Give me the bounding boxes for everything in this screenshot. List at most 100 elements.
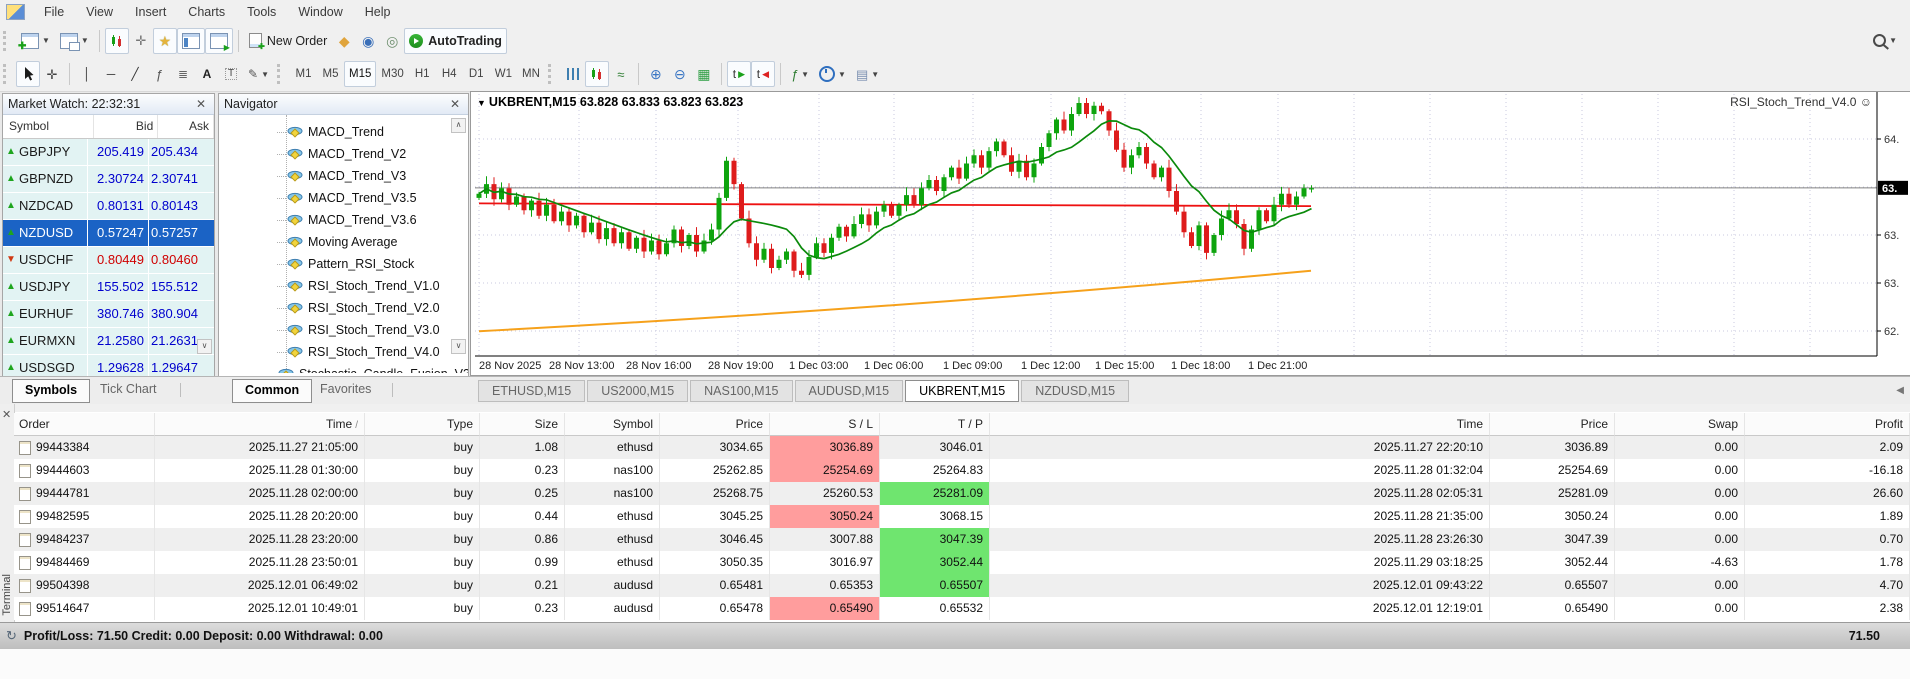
market-watch-toggle[interactable] (104, 27, 129, 54)
auto-scroll-button[interactable]: t ▶ (726, 61, 751, 87)
column-symbol[interactable]: Symbol (565, 413, 660, 436)
column-swap[interactable]: Swap (1615, 413, 1745, 436)
timeframe-mn[interactable]: MN (517, 61, 545, 87)
order-row[interactable]: 99484469 2025.11.28 23:50:01 buy 0.99 ethusd… (14, 551, 1910, 574)
chart-tab-ethusd[interactable]: ETHUSD,M15 (478, 380, 586, 402)
market-watch-row[interactable]: ▲ EURMXN 21.2580 21.2631 (3, 328, 214, 355)
terminal-vertical-label[interactable]: Terminal (1, 574, 13, 616)
navigator-item[interactable]: RSI_Stoch_Trend_V4.0 (219, 341, 468, 363)
community-button[interactable]: ◉ (356, 28, 380, 54)
menu-insert[interactable]: Insert (124, 1, 177, 23)
market-watch-row[interactable]: ▲ GBPNZD 2.30724 2.30741 (3, 166, 214, 193)
order-row[interactable]: 99444781 2025.11.28 02:00:00 buy 0.25 nas100… (14, 482, 1910, 505)
autotrading-button[interactable]: AutoTrading (404, 27, 507, 54)
menu-tools[interactable]: Tools (236, 1, 287, 23)
navigator-item[interactable]: Pattern_RSI_Stock (219, 253, 468, 275)
indicators-button[interactable]: ƒ ▼ (786, 61, 814, 87)
trendline-button[interactable]: ╱ (123, 61, 147, 87)
timeframe-h4[interactable]: H4 (436, 61, 463, 87)
chart-canvas[interactable]: 64. 63. 63. 62. 63. 28 Nov 2025 28 Nov 13:00 28… (471, 92, 1908, 373)
column-size[interactable]: Size (480, 413, 565, 436)
column-profit[interactable]: Profit (1745, 413, 1910, 436)
toolbar-grip[interactable] (547, 64, 556, 84)
toolbar-grip[interactable] (3, 30, 11, 51)
new-order-button[interactable]: New Order (244, 28, 332, 54)
column-time[interactable]: Time (990, 413, 1490, 436)
metaeditor-button[interactable]: ◆ (332, 28, 356, 54)
market-watch-row[interactable]: ▲ NZDUSD 0.57247 0.57257 (3, 220, 214, 247)
templates-button[interactable]: ▤ ▼ (851, 61, 884, 87)
zoom-out-button[interactable]: ⊖ (668, 61, 692, 87)
cursor-button[interactable] (16, 61, 40, 87)
navigator-item[interactable]: RSI_Stoch_Trend_V1.0 (219, 275, 468, 297)
timeframe-m30[interactable]: M30 (376, 61, 408, 87)
vertical-line-button[interactable]: │ (75, 61, 99, 87)
chart-tab-nzdusd[interactable]: NZDUSD,M15 (1021, 380, 1130, 402)
market-watch-row[interactable]: ▲ USDJPY 155.502 155.512 (3, 274, 214, 301)
column-bid[interactable]: Bid (94, 115, 159, 138)
column-price[interactable]: Price (660, 413, 770, 436)
market-watch-row[interactable]: ▼ USDCHF 0.80449 0.80460 (3, 247, 214, 274)
menu-view[interactable]: View (75, 1, 124, 23)
chart-tab-audusd[interactable]: AUDUSD,M15 (794, 380, 904, 402)
navigator-item[interactable]: Stochastic_Candle_Fusion_V3 (219, 363, 468, 373)
column-sl[interactable]: S / L (770, 413, 880, 436)
column-ask[interactable]: Ask (158, 115, 214, 138)
market-watch-row[interactable]: ▲ GBPJPY 205.419 205.434 (3, 139, 214, 166)
order-row[interactable]: 99443384 2025.11.27 21:05:00 buy 1.08 ethusd… (14, 436, 1910, 459)
timeframe-m15[interactable]: M15 (343, 61, 377, 87)
fibonacci-button[interactable]: ƒ (147, 61, 171, 87)
toolbar-grip[interactable] (276, 64, 285, 84)
navigator-item[interactable]: MACD_Trend (219, 121, 468, 143)
crosshair-button[interactable]: ✛ (40, 61, 64, 87)
market-button[interactable]: ◎ (380, 28, 404, 54)
order-row[interactable]: 99444603 2025.11.28 01:30:00 buy 0.23 nas100… (14, 459, 1910, 482)
strategy-tester-toggle[interactable] (204, 27, 233, 54)
navigator-item[interactable]: MACD_Trend_V3.5 (219, 187, 468, 209)
tab-favorites[interactable]: Favorites (308, 379, 383, 400)
scroll-down-button[interactable]: ∨ (197, 339, 212, 354)
menu-window[interactable]: Window (287, 1, 353, 23)
navigator-item[interactable]: RSI_Stoch_Trend_V3.0 (219, 319, 468, 341)
order-row[interactable]: 99514647 2025.12.01 10:49:01 buy 0.23 audusd… (14, 597, 1910, 620)
column-type[interactable]: Type (365, 413, 480, 436)
navigator-item[interactable]: MACD_Trend_V3 (219, 165, 468, 187)
shapes-button[interactable]: ✎ ▼ (243, 61, 274, 87)
order-row[interactable]: 99504398 2025.12.01 06:49:02 buy 0.21 audusd… (14, 574, 1910, 597)
close-icon[interactable]: ✕ (447, 97, 463, 111)
timeframe-w1[interactable]: W1 (490, 61, 517, 87)
terminal-toggle[interactable] (176, 27, 205, 54)
bar-chart-button[interactable] (561, 61, 585, 87)
navigator-toggle[interactable]: ★ (152, 27, 177, 54)
navigator-item[interactable]: Moving Average (219, 231, 468, 253)
periods-button[interactable]: ▼ (814, 61, 851, 87)
chart-tab-ukbrent[interactable]: UKBRENT,M15 (905, 380, 1020, 402)
menu-charts[interactable]: Charts (177, 1, 236, 23)
chart-shift-button[interactable]: t ◀ (750, 61, 775, 87)
new-chart-button[interactable]: ▼ (16, 28, 55, 54)
order-row[interactable]: 99484237 2025.11.28 23:20:00 buy 0.86 ethusd… (14, 528, 1910, 551)
candlestick-button[interactable] (584, 61, 609, 87)
column-tp[interactable]: T / P (880, 413, 990, 436)
text-button[interactable]: A (195, 61, 219, 87)
search-button[interactable]: ▼ (1868, 27, 1902, 53)
terminal-close-icon[interactable]: ✕ (2, 408, 11, 421)
menu-help[interactable]: Help (354, 1, 402, 23)
tab-tick-chart[interactable]: Tick Chart (88, 379, 169, 400)
tab-symbols[interactable]: Symbols (12, 379, 91, 403)
timeframe-h1[interactable]: H1 (409, 61, 436, 87)
cycle-lines-button[interactable]: ≣ (171, 61, 195, 87)
column-time[interactable]: Time / (155, 413, 365, 436)
navigator-item[interactable]: RSI_Stoch_Trend_V2.0 (219, 297, 468, 319)
profiles-button[interactable]: ▼ (55, 28, 94, 54)
toolbar-grip[interactable] (3, 64, 11, 84)
column-price[interactable]: Price (1490, 413, 1615, 436)
timeframe-m1[interactable]: M1 (290, 61, 317, 87)
chart-tab-us2000[interactable]: US2000,M15 (587, 380, 689, 402)
timeframe-m5[interactable]: M5 (317, 61, 344, 87)
scroll-down-button[interactable]: ∨ (451, 339, 466, 354)
data-window-toggle[interactable]: ✛ (129, 28, 153, 54)
tab-common[interactable]: Common (232, 379, 313, 403)
navigator-item[interactable]: MACD_Trend_V2 (219, 143, 468, 165)
column-order[interactable]: Order (14, 413, 155, 436)
